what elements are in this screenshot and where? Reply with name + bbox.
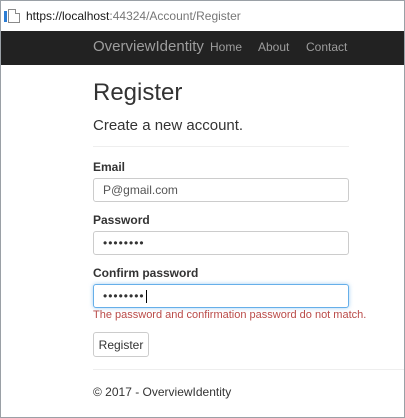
email-label: Email	[93, 160, 126, 174]
page-title: Register	[93, 79, 183, 106]
password-label: Password	[93, 213, 150, 227]
footer-divider	[93, 369, 404, 370]
footer-text: © 2017 - OverviewIdentity	[93, 385, 232, 399]
address-bar[interactable]: https://localhost:44324/Account/Register	[1, 1, 404, 31]
text-caret	[145, 289, 147, 303]
url-host: https://localhost	[26, 9, 110, 23]
page-subtitle: Create a new account.	[93, 117, 244, 134]
confirm-password-field[interactable]: ••••••••	[93, 284, 349, 308]
email-value: P@gmail.com	[103, 183, 178, 197]
navbar-brand[interactable]: OverviewIdentity	[93, 38, 204, 55]
register-button[interactable]: Register	[93, 332, 149, 357]
nav-contact[interactable]: Contact	[306, 40, 347, 54]
url-path: :44324/Account/Register	[109, 9, 241, 23]
navbar: OverviewIdentity Home About Contact	[1, 31, 404, 65]
divider	[93, 146, 349, 147]
email-field[interactable]: P@gmail.com	[93, 178, 349, 202]
confirm-password-label: Confirm password	[93, 266, 199, 280]
nav-home[interactable]: Home	[210, 40, 242, 54]
password-field[interactable]: ••••••••	[93, 231, 349, 255]
confirm-password-value: ••••••••	[103, 289, 145, 303]
url-text[interactable]: https://localhost:44324/Account/Register	[26, 9, 241, 23]
validation-error: The password and confirmation password d…	[93, 309, 367, 321]
page-icon	[4, 9, 20, 23]
nav-about[interactable]: About	[258, 40, 289, 54]
password-value: ••••••••	[103, 236, 145, 250]
